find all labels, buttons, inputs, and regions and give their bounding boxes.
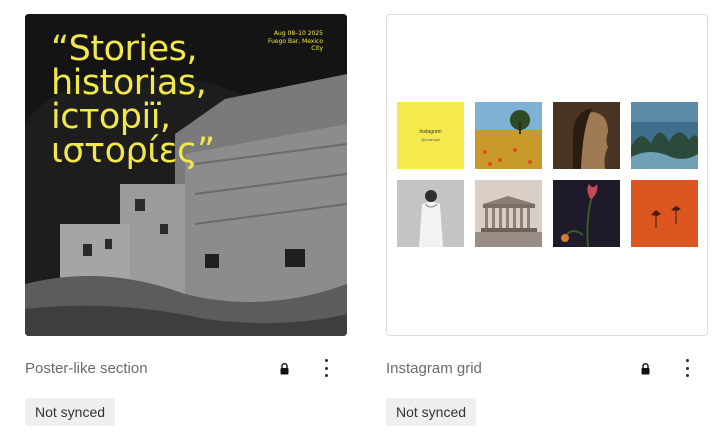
- poster-event-info: Aug 08–10 2025 Fuego Bar, Mexico City: [268, 30, 323, 53]
- poster-event-venue: Fuego Bar, Mexico: [267, 37, 323, 45]
- pattern-card-poster[interactable]: “Stories, historias, історії, ιστορίες” …: [25, 14, 347, 426]
- pattern-card-instagram[interactable]: Instagram @example Instagram grid Not sy…: [386, 14, 708, 426]
- pattern-preview-poster[interactable]: “Stories, historias, історії, ιστορίες” …: [25, 14, 347, 336]
- lock-icon: [641, 363, 650, 375]
- sync-status-badge: Not synced: [25, 398, 116, 426]
- more-vertical-icon[interactable]: [680, 357, 694, 379]
- sync-status-badge: Not synced: [386, 398, 477, 426]
- poster-event-date: Aug 08–10 2025: [273, 30, 323, 37]
- photo-parthenon: [475, 180, 542, 247]
- photo-portrait-profile: [553, 102, 620, 169]
- instagram-brand-tile: Instagram @example: [397, 102, 464, 169]
- photo-red-birds: [631, 180, 698, 247]
- photo-flower-field: [475, 102, 542, 169]
- poster-event-city: City: [311, 45, 323, 52]
- card-title: Instagram grid: [386, 360, 482, 377]
- instagram-brand-title: Instagram: [419, 129, 442, 135]
- poster-quote-text: “Stories, historias, історії, ιστορίες”: [51, 29, 215, 171]
- instagram-brand-handle: @example: [420, 137, 441, 142]
- more-vertical-icon[interactable]: [319, 357, 333, 379]
- pattern-preview-instagram-grid[interactable]: Instagram @example: [386, 14, 708, 336]
- photo-dark-flowers: [553, 180, 620, 247]
- photo-underwater-coral: [631, 102, 698, 169]
- instagram-grid: Instagram @example: [397, 102, 698, 247]
- card-title: Poster-like section: [25, 360, 148, 377]
- lock-icon: [280, 363, 289, 375]
- photo-standing-figure: [397, 180, 464, 247]
- card-meta-row: Poster-like section: [25, 352, 347, 382]
- card-meta-row: Instagram grid: [386, 352, 708, 382]
